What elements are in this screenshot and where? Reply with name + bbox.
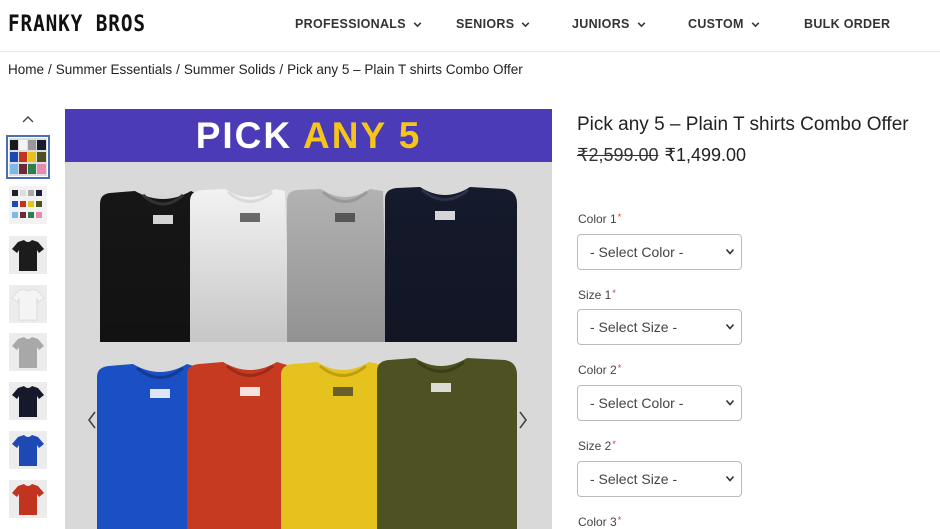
required-marker: *	[617, 363, 622, 373]
color-2-select[interactable]: - Select Color -	[577, 385, 742, 421]
chevron-down-icon	[522, 21, 530, 27]
field-label-text: Size 2	[578, 439, 612, 453]
required-marker: *	[612, 439, 616, 449]
nav-label: PROFESSIONALS	[295, 17, 406, 31]
size-1-select[interactable]: - Select Size -	[577, 309, 742, 345]
breadcrumb: Home / Summer Essentials / Summer Solids / Pic…	[8, 62, 523, 77]
thumbnail-color-chart[interactable]	[9, 186, 47, 224]
tshirt-grey-thumbnail	[9, 333, 47, 371]
folded-tshirts-illustration	[97, 187, 517, 529]
required-marker: *	[617, 515, 622, 525]
nav-custom[interactable]: CUSTOM	[688, 17, 761, 31]
chevron-down-icon	[725, 323, 735, 330]
field-label-text: Color 1	[578, 212, 617, 226]
price-original: ₹2,599.00	[577, 145, 659, 165]
breadcrumb-separator: /	[48, 62, 52, 77]
chevron-down-icon	[725, 399, 735, 406]
breadcrumb-summer-essentials[interactable]: Summer Essentials	[56, 62, 172, 77]
nav-seniors[interactable]: SENIORS	[456, 17, 531, 31]
breadcrumb-separator: /	[279, 62, 284, 77]
chevron-right-icon[interactable]	[516, 409, 530, 431]
price-sale: ₹1,499.00	[664, 145, 747, 165]
select-value: - Select Size -	[590, 471, 678, 487]
breadcrumb-current: Pick any 5 – Plain T shirts Combo Offer	[287, 62, 523, 77]
breadcrumb-summer-solids[interactable]: Summer Solids	[184, 62, 276, 77]
chevron-down-icon	[725, 475, 735, 482]
nav-label: BULK ORDER	[804, 17, 891, 31]
main-product-image: PICK ANY 5	[65, 109, 552, 529]
tshirt-blue-thumbnail	[9, 431, 47, 469]
site-header: FRANKY BROS PROFESSIONALS SENIORS JUNIOR…	[0, 0, 940, 52]
field-label-text: Color 2	[578, 363, 617, 377]
nav-professionals[interactable]: PROFESSIONALS	[295, 17, 423, 31]
nav-label: JUNIORS	[572, 17, 630, 31]
thumbnail-grey[interactable]	[9, 333, 47, 371]
breadcrumb-home[interactable]: Home	[8, 62, 44, 77]
color-3-label: Color 3*	[578, 515, 621, 529]
breadcrumb-separator: /	[176, 62, 180, 77]
size-2-label: Size 2*	[578, 439, 616, 453]
product-title: Pick any 5 – Plain T shirts Combo Offer	[577, 114, 909, 135]
nav-label: SENIORS	[456, 17, 515, 31]
tshirt-navy-thumbnail	[9, 382, 47, 420]
size-1-label: Size 1*	[578, 288, 616, 302]
select-value: - Select Color -	[590, 395, 684, 411]
color-1-label: Color 1*	[578, 212, 621, 226]
tshirt-red-thumbnail	[9, 480, 47, 518]
thumbnail-blue[interactable]	[9, 431, 47, 469]
color-1-select[interactable]: - Select Color -	[577, 234, 742, 270]
size-2-select[interactable]: - Select Size -	[577, 461, 742, 497]
thumbnail-black[interactable]	[9, 236, 47, 274]
chevron-down-icon	[751, 21, 760, 27]
shirt-olive	[377, 358, 517, 529]
color-2-label: Color 2*	[578, 363, 621, 377]
shirt-red	[187, 362, 289, 529]
shirt-blue	[97, 364, 200, 529]
field-label-text: Size 1	[578, 288, 612, 302]
product-price: ₹2,599.00 ₹1,499.00	[577, 145, 746, 166]
nav-juniors[interactable]: JUNIORS	[572, 17, 647, 31]
chevron-up-icon[interactable]	[20, 112, 36, 128]
brand-logo[interactable]: FRANKY BROS	[8, 12, 146, 37]
field-label-text: Color 3	[578, 515, 617, 529]
thumbnail-white[interactable]	[9, 285, 47, 323]
shirt-yellow	[281, 362, 385, 529]
required-marker: *	[612, 288, 616, 298]
tshirt-black-thumbnail	[9, 236, 47, 274]
color-chart-thumbnail	[9, 186, 47, 224]
thumbnail-red[interactable]	[9, 480, 47, 518]
chevron-left-icon[interactable]	[85, 409, 99, 431]
required-marker: *	[617, 212, 622, 222]
thumbnail-grid-combo[interactable]	[6, 135, 50, 179]
select-value: - Select Color -	[590, 244, 684, 260]
tshirt-grid-thumbnail	[9, 138, 47, 176]
nav-bulk-order[interactable]: BULK ORDER	[804, 17, 890, 31]
select-value: - Select Size -	[590, 319, 678, 335]
thumbnail-navy[interactable]	[9, 382, 47, 420]
chevron-down-icon	[413, 21, 422, 27]
chevron-down-icon	[725, 248, 735, 255]
chevron-down-icon	[637, 21, 646, 27]
tshirt-white-thumbnail	[9, 285, 47, 323]
nav-label: CUSTOM	[688, 17, 744, 31]
